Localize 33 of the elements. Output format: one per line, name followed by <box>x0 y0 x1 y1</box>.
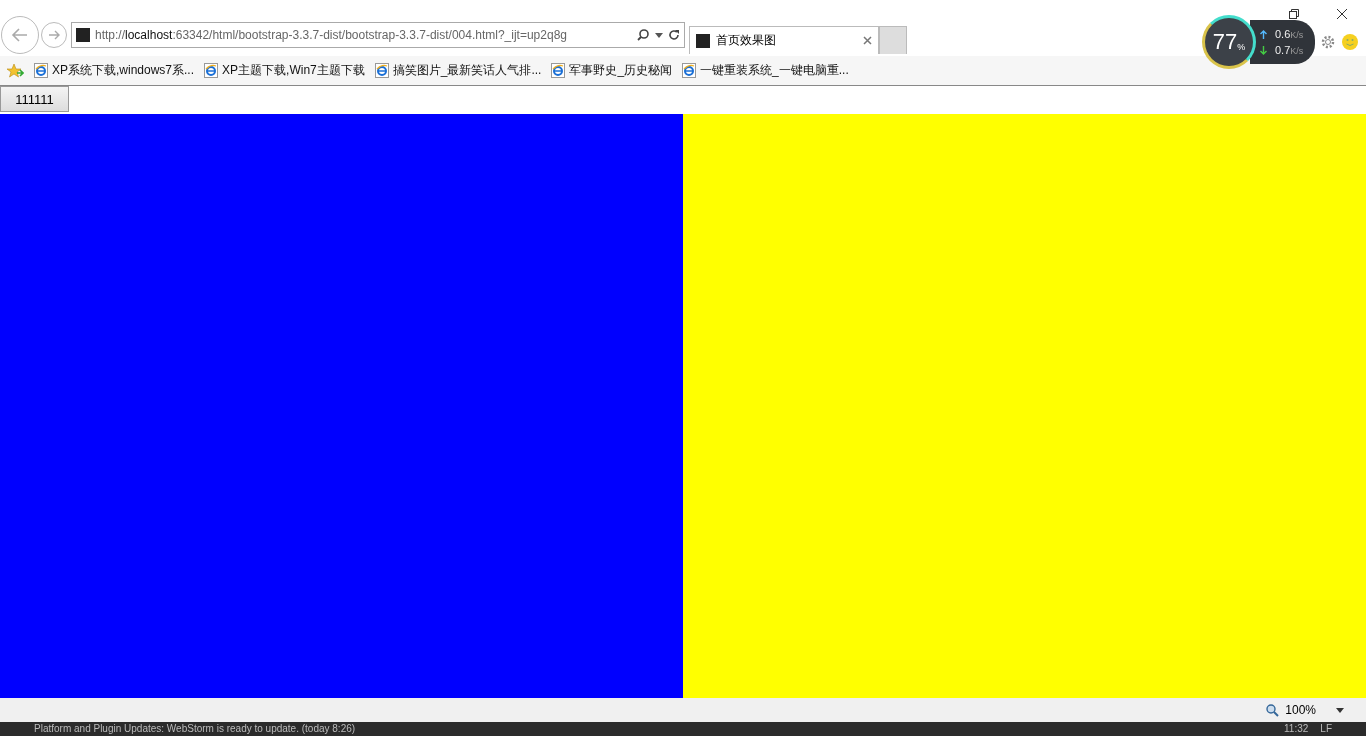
favorite-link[interactable]: XP系统下载,windows7系... <box>34 62 195 79</box>
cpu-gauge: 77% <box>1202 15 1256 69</box>
caret-icon[interactable] <box>1336 707 1344 713</box>
favorite-link[interactable]: XP主题下载,Win7主题下载 <box>204 62 365 79</box>
browser-page-icon <box>551 63 566 78</box>
favorite-link[interactable]: 一键重装系统_一键电脑重... <box>682 62 849 79</box>
site-icon <box>76 28 90 42</box>
upload-speed: 0.6K/s <box>1275 28 1304 40</box>
url-text: http://localhost:63342/html/bootstrap-3.3.7-dist/bootstrap-3.3.7-dist/004.html?_ijt=up2q8g <box>95 28 568 42</box>
browser-tab[interactable]: 首页效果图 <box>689 26 879 54</box>
restore-icon[interactable] <box>1288 8 1300 20</box>
browser-page-icon <box>374 63 389 78</box>
notification-text[interactable]: Platform and Plugin Updates: WebStorm is ready to update. (today 8:26) <box>34 722 356 736</box>
favorite-link[interactable]: 军事野史_历史秘闻 <box>551 62 673 79</box>
refresh-icon[interactable] <box>668 29 680 41</box>
favorites-star-icon[interactable] <box>6 62 24 79</box>
zoom-icon[interactable] <box>1266 703 1280 717</box>
page-button[interactable]: 111111 <box>0 86 69 112</box>
cursor-position[interactable]: 11:32 <box>1284 722 1309 736</box>
favorite-link[interactable]: 搞笑图片_最新笑话人气排... <box>374 62 542 79</box>
address-bar[interactable]: http://localhost:63342/html/bootstrap-3.3.7-dist/bootstrap-3.3.7-dist/004.html?_ijt=up2q8g <box>71 22 685 48</box>
close-icon[interactable] <box>1336 8 1348 20</box>
upload-arrow-icon <box>1260 29 1267 39</box>
search-icon[interactable] <box>636 28 650 42</box>
download-speed: 0.7K/s <box>1275 44 1304 56</box>
download-arrow-icon <box>1260 45 1267 55</box>
browser-page-icon <box>682 63 697 78</box>
zoom-level[interactable]: 100% <box>1285 703 1316 717</box>
caret-icon[interactable] <box>655 32 663 38</box>
browser-page-icon <box>204 63 219 78</box>
close-tab-icon[interactable] <box>863 36 872 45</box>
browser-page-icon <box>34 63 48 78</box>
line-separator[interactable]: LF <box>1320 722 1332 736</box>
